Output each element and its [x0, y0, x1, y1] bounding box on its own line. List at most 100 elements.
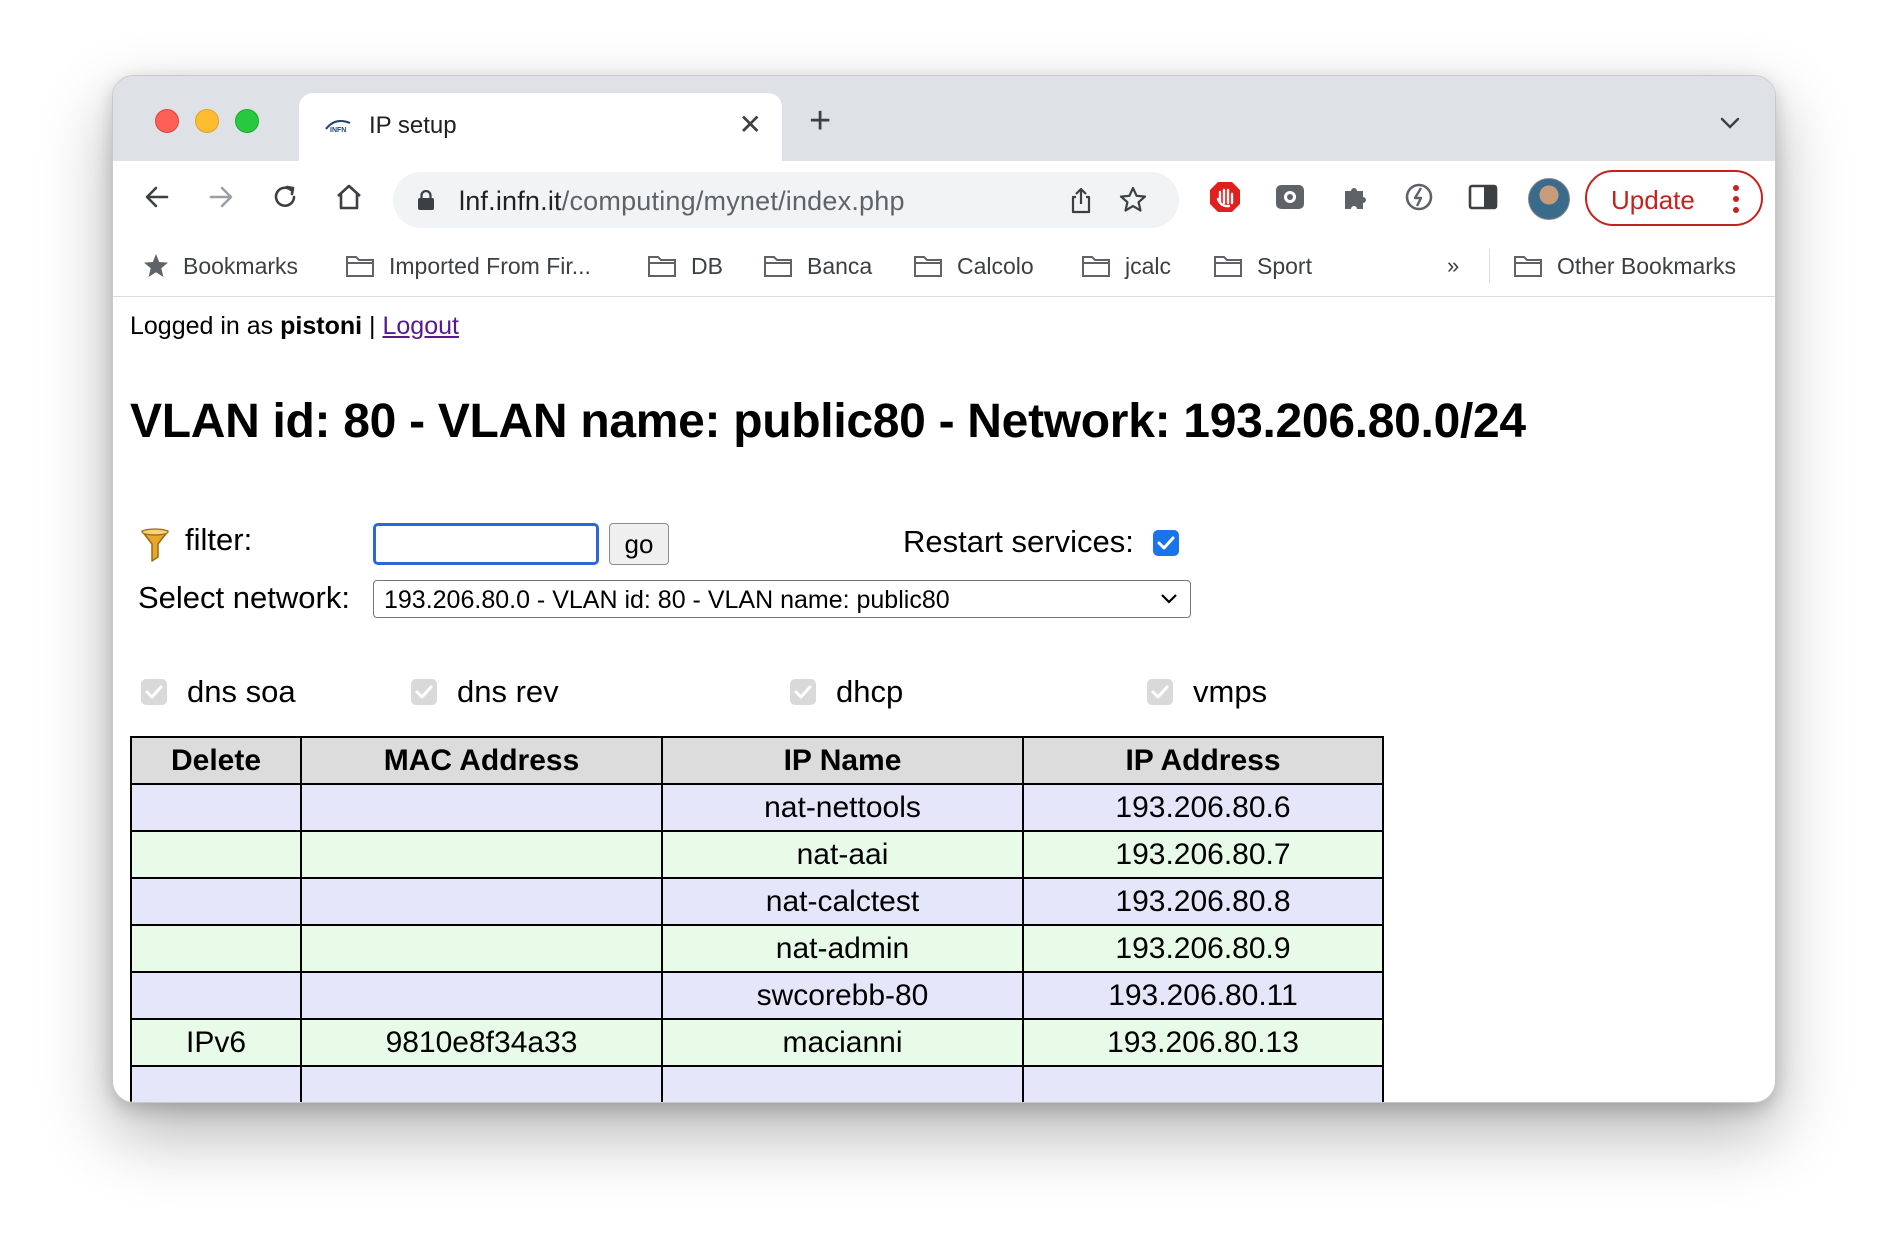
bookmark-sport[interactable]: Sport: [1213, 251, 1312, 281]
bookmark-bookmarks[interactable]: Bookmarks: [143, 251, 298, 281]
update-button[interactable]: Update: [1585, 170, 1763, 226]
tab-close-icon[interactable]: ✕: [739, 109, 762, 141]
adblock-extension-icon[interactable]: [1207, 179, 1243, 215]
bookmark-imported-from-firefox[interactable]: Imported From Fir...: [345, 251, 591, 281]
profile-avatar[interactable]: [1528, 178, 1570, 220]
logged-user: pistoni: [280, 312, 363, 340]
bookmark-star-icon[interactable]: [1117, 184, 1149, 216]
bookmarks-bar: Bookmarks Imported From Fir... DB Banca …: [113, 233, 1775, 297]
header-mac-address: MAC Address: [300, 736, 663, 785]
page-title: VLAN id: 80 - VLAN name: public80 - Netw…: [130, 395, 1526, 448]
folder-icon: [1214, 256, 1242, 277]
table-row[interactable]: [130, 1065, 1384, 1102]
restart-services-checkbox[interactable]: [1153, 530, 1179, 556]
folder-icon: [914, 256, 942, 277]
table-row[interactable]: nat-nettools 193.206.80.6: [130, 783, 1384, 832]
dns-soa-checkbox[interactable]: [141, 679, 167, 705]
bookmark-other-bookmarks[interactable]: Other Bookmarks: [1513, 251, 1736, 281]
table-row[interactable]: IPv6 9810e8f34a33 macianni 193.206.80.13: [130, 1018, 1384, 1067]
select-network-dropdown[interactable]: 193.206.80.0 - VLAN id: 80 - VLAN name: …: [373, 580, 1191, 618]
header-ip-name: IP Name: [661, 736, 1024, 785]
browser-toolbar: lnf.infn.it/computing/mynet/index.php Up…: [113, 161, 1775, 233]
folder-icon: [648, 256, 676, 277]
login-status: Logged in as pistoni | Logout: [130, 312, 459, 340]
option-dns-rev[interactable]: dns rev: [411, 674, 559, 710]
vmps-checkbox[interactable]: [1147, 679, 1173, 705]
more-vert-icon[interactable]: [1733, 184, 1739, 214]
ip-name-cell: nat-calctest: [661, 877, 1024, 926]
option-dhcp[interactable]: dhcp: [790, 674, 903, 710]
filter-input[interactable]: [373, 523, 599, 565]
checkmark-icon: [1157, 536, 1175, 550]
ip-address-cell: 193.206.80.8: [1022, 877, 1384, 926]
url-text[interactable]: lnf.infn.it/computing/mynet/index.php: [459, 186, 905, 217]
checkmark-icon: [794, 685, 812, 699]
dns-rev-checkbox[interactable]: [411, 679, 437, 705]
ip-address-cell: 193.206.80.6: [1022, 783, 1384, 832]
table-row[interactable]: swcorebb-80 193.206.80.11: [130, 971, 1384, 1020]
back-icon[interactable]: [139, 179, 175, 215]
forward-icon[interactable]: [203, 179, 239, 215]
folder-icon: [1082, 256, 1110, 277]
delete-cell[interactable]: [130, 924, 302, 973]
folder-icon: [1514, 256, 1542, 277]
tab-ip-setup[interactable]: INFN IP setup ✕: [299, 93, 782, 161]
checkmark-icon: [1151, 685, 1169, 699]
select-network-value: 193.206.80.0 - VLAN id: 80 - VLAN name: …: [384, 586, 950, 614]
restart-services-label: Restart services:: [903, 524, 1134, 559]
ip-address-cell: 193.206.80.11: [1022, 971, 1384, 1020]
screencast-extension-icon[interactable]: [1273, 179, 1309, 215]
delete-cell[interactable]: [130, 877, 302, 926]
option-vmps[interactable]: vmps: [1147, 674, 1267, 710]
select-network-label: Select network:: [138, 580, 350, 615]
address-bar[interactable]: lnf.infn.it/computing/mynet/index.php: [393, 172, 1179, 228]
delete-cell[interactable]: [130, 783, 302, 832]
side-panel-icon[interactable]: [1465, 179, 1501, 215]
ip-name-cell: [661, 1065, 1024, 1102]
zoom-window-button[interactable]: [235, 109, 259, 133]
mac-cell: [300, 924, 663, 973]
infn-logo-icon: INFN: [325, 120, 351, 134]
bookmark-calcolo[interactable]: Calcolo: [913, 251, 1034, 281]
new-tab-button[interactable]: +: [809, 102, 831, 140]
table-row[interactable]: nat-aai 193.206.80.7: [130, 830, 1384, 879]
table-header-row: Delete MAC Address IP Name IP Address: [130, 736, 1384, 785]
reload-icon[interactable]: [267, 179, 303, 215]
filter-funnel-icon: [141, 528, 169, 562]
folder-icon: [346, 256, 374, 277]
table-row[interactable]: nat-calctest 193.206.80.8: [130, 877, 1384, 926]
bookmark-banca[interactable]: Banca: [763, 251, 872, 281]
tab-title: IP setup: [369, 112, 457, 139]
logout-link[interactable]: Logout: [382, 312, 458, 340]
bookmarks-overflow-button[interactable]: »: [1447, 253, 1459, 279]
header-delete: Delete: [130, 736, 302, 785]
ip-address-cell: [1022, 1065, 1384, 1102]
share-icon[interactable]: [1067, 186, 1095, 214]
table-row[interactable]: nat-admin 193.206.80.9: [130, 924, 1384, 973]
ip-address-cell: 193.206.80.13: [1022, 1018, 1384, 1067]
ip-name-cell: swcorebb-80: [661, 971, 1024, 1020]
chevron-down-icon[interactable]: [1719, 112, 1741, 134]
minimize-window-button[interactable]: [195, 109, 219, 133]
close-window-button[interactable]: [155, 109, 179, 133]
lock-icon[interactable]: [417, 190, 435, 210]
extensions-puzzle-icon[interactable]: [1337, 179, 1373, 215]
header-ip-address: IP Address: [1022, 736, 1384, 785]
delete-cell[interactable]: [130, 830, 302, 879]
mac-cell: [300, 1065, 663, 1102]
performance-extension-icon[interactable]: [1401, 179, 1437, 215]
go-button[interactable]: go: [609, 523, 669, 565]
delete-cell[interactable]: IPv6: [130, 1018, 302, 1067]
bookmark-jcalc[interactable]: jcalc: [1081, 251, 1171, 281]
delete-cell[interactable]: [130, 1065, 302, 1102]
bookmark-db[interactable]: DB: [647, 251, 723, 281]
hosts-table: Delete MAC Address IP Name IP Address na…: [130, 736, 1384, 1102]
dhcp-checkbox[interactable]: [790, 679, 816, 705]
ip-address-cell: 193.206.80.7: [1022, 830, 1384, 879]
chevron-down-icon: [1161, 594, 1177, 604]
page-content: Logged in as pistoni | Logout VLAN id: 8…: [113, 298, 1775, 1102]
delete-cell[interactable]: [130, 971, 302, 1020]
option-dns-soa[interactable]: dns soa: [141, 674, 296, 710]
tab-strip: INFN IP setup ✕ +: [113, 76, 1775, 161]
home-icon[interactable]: [331, 179, 367, 215]
